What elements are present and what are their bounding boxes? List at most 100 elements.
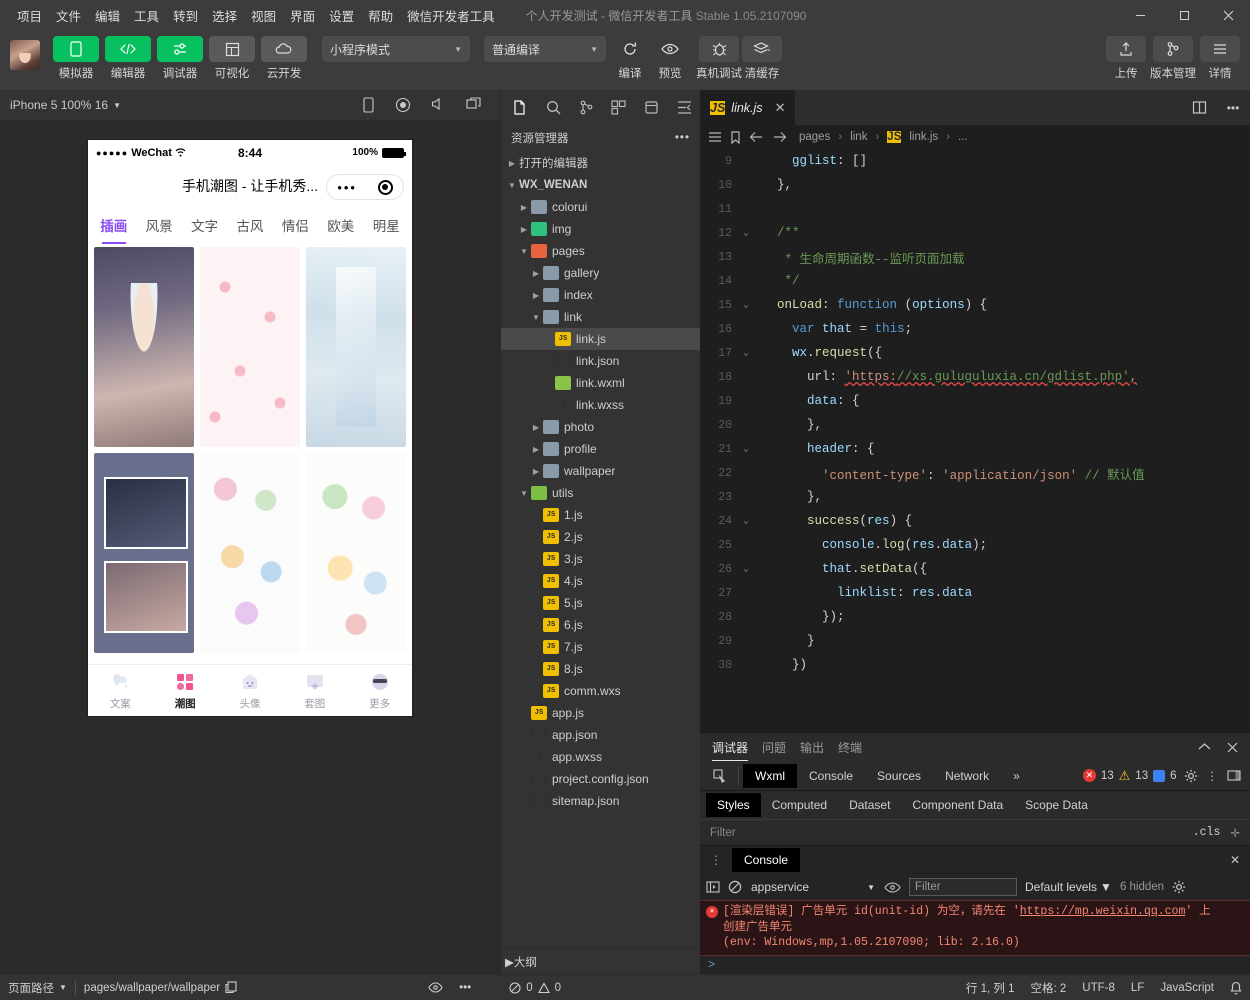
styles-tab-computed[interactable]: Computed — [761, 793, 838, 817]
breadcrumb-link[interactable]: link — [850, 131, 867, 143]
tree-item[interactable]: ▼ WX_WENAN — [501, 174, 700, 196]
tree-item[interactable]: JS 7.js — [501, 636, 700, 658]
category-tab-wenzi[interactable]: 文字 — [183, 209, 226, 241]
devtools-tab-overflow[interactable]: » — [1001, 764, 1032, 788]
source-control-icon[interactable] — [571, 92, 602, 122]
back-arrow-icon[interactable] — [749, 131, 764, 143]
tree-item[interactable]: JS link.js — [501, 328, 700, 350]
menu-item-tools[interactable]: 工具 — [127, 2, 166, 29]
console-tab[interactable]: Console — [732, 848, 801, 873]
menu-item-help[interactable]: 帮助 — [361, 2, 400, 29]
menu-item-goto[interactable]: 转到 — [166, 2, 205, 29]
page-path-value-group[interactable]: pages/wallpaper/wallpaper — [76, 975, 245, 1000]
ellipsis-icon[interactable]: ••• — [451, 975, 479, 1000]
code-line[interactable]: 30 }) — [700, 653, 1250, 677]
simulator-button[interactable]: 模拟器 — [52, 36, 100, 81]
tree-item[interactable]: link.wxml — [501, 372, 700, 394]
styles-tab-scope-data[interactable]: Scope Data — [1014, 793, 1099, 817]
console-levels-select[interactable]: Default levels ▼ — [1025, 880, 1112, 894]
menu-item-settings[interactable]: 设置 — [322, 2, 361, 29]
category-tab-qinglv[interactable]: 情侣 — [274, 209, 317, 241]
kebab-menu-icon[interactable]: ⋮ — [706, 853, 726, 867]
compile-button[interactable]: 编译 — [610, 36, 650, 81]
category-tab-oumei[interactable]: 欧美 — [319, 209, 362, 241]
breadcrumb-pages[interactable]: pages — [799, 131, 830, 143]
indent-setting[interactable]: 空格: 2 — [1023, 975, 1075, 1000]
fold-chevron-icon[interactable]: ⌄ — [738, 516, 754, 526]
forward-arrow-icon[interactable] — [772, 131, 787, 143]
code-line[interactable]: 12 ⌄ /** — [700, 221, 1250, 245]
tree-item[interactable]: ▼ utils — [501, 482, 700, 504]
plus-icon[interactable]: ✛ — [1230, 826, 1240, 840]
chevron-down-icon[interactable]: ▼ — [517, 247, 531, 256]
chevron-right-icon[interactable]: ▶ — [529, 445, 543, 454]
code-line[interactable]: 14 */ — [700, 269, 1250, 293]
code-line[interactable]: 20 }, — [700, 413, 1250, 437]
code-line[interactable]: 15 ⌄ onLoad: function (options) { — [700, 293, 1250, 317]
code-line[interactable]: 21 ⌄ header: { — [700, 437, 1250, 461]
tree-item[interactable]: ▶ index — [501, 284, 700, 306]
editor-tab-linkjs[interactable]: JS link.js ✕ — [700, 90, 796, 125]
mode-select[interactable]: 小程序模式 ▼ — [322, 36, 470, 62]
chevron-down-icon[interactable]: ▼ — [517, 489, 531, 498]
code-line[interactable]: 9 gglist: [] — [700, 149, 1250, 173]
multi-window-icon[interactable] — [466, 97, 482, 113]
eye-icon[interactable] — [420, 975, 451, 1000]
debug-icon[interactable] — [636, 92, 667, 122]
eye-icon[interactable] — [884, 882, 901, 893]
menu-item-project[interactable]: 项目 — [10, 2, 49, 29]
panel-tab-terminal[interactable]: 终端 — [838, 734, 862, 761]
code-line[interactable]: 25 console.log(res.data); — [700, 533, 1250, 557]
minimize-icon[interactable] — [1118, 0, 1162, 30]
cursor-position[interactable]: 行 1, 列 1 — [958, 975, 1023, 1000]
tree-item[interactable]: JS 5.js — [501, 592, 700, 614]
code-line[interactable]: 11 — [700, 197, 1250, 221]
category-tab-mingxing[interactable]: 明星 — [365, 209, 408, 241]
target-icon[interactable] — [377, 179, 393, 195]
fold-chevron-icon[interactable]: ⌄ — [738, 228, 754, 238]
panel-tab-output[interactable]: 输出 — [800, 734, 824, 761]
more-dots-icon[interactable]: ••• — [337, 181, 357, 194]
dock-icon[interactable] — [1225, 769, 1244, 782]
code-line[interactable]: 13 * 生命周期函数--监听页面加载 — [700, 245, 1250, 269]
code-line[interactable]: 22 'content-type': 'application/json' //… — [700, 461, 1250, 485]
split-editor-icon[interactable] — [1182, 90, 1216, 125]
tree-item[interactable]: JS 8.js — [501, 658, 700, 680]
visualization-button[interactable]: 可视化 — [208, 36, 256, 81]
menu-item-file[interactable]: 文件 — [49, 2, 88, 29]
chevron-right-icon[interactable]: ▶ — [529, 291, 543, 300]
console-prompt[interactable]: > — [700, 956, 1250, 974]
styles-tab-styles[interactable]: Styles — [706, 793, 761, 818]
tree-item[interactable]: ▼ link — [501, 306, 700, 328]
kebab-menu-icon[interactable]: ⋮ — [1205, 769, 1221, 783]
tree-item[interactable]: ▶ img — [501, 218, 700, 240]
device-rotate-icon[interactable] — [362, 97, 375, 113]
tree-item[interactable]: {..} app.json — [501, 724, 700, 746]
bookmark-icon[interactable] — [730, 130, 741, 144]
tree-item[interactable]: {..} link.json — [501, 350, 700, 372]
grid-item[interactable] — [200, 247, 300, 447]
close-icon[interactable] — [1227, 742, 1238, 753]
code-line[interactable]: 28 }); — [700, 605, 1250, 629]
preview-button[interactable]: 预览 — [650, 36, 690, 81]
console-error-message[interactable]: ✕ [渲染层错误] 广告单元 id(unit-id) 为空，请先在 'https… — [700, 900, 1250, 956]
phone-preview[interactable]: ●●●●● WeChat 8:44 100% 手机潮图 - 让手机秀... ••… — [88, 140, 412, 716]
code-line[interactable]: 17 ⌄ wx.request({ — [700, 341, 1250, 365]
styles-tab-dataset[interactable]: Dataset — [838, 793, 901, 817]
chevron-right-icon[interactable]: ▶ — [529, 269, 543, 278]
grid-item[interactable] — [200, 453, 300, 653]
console-context-select[interactable]: appservice ▼ — [750, 878, 876, 896]
tree-item[interactable]: JS 3.js — [501, 548, 700, 570]
eol-setting[interactable]: LF — [1123, 975, 1152, 1000]
chevron-right-icon[interactable]: ▶ — [529, 467, 543, 476]
tabbar-item-gengduo[interactable]: 更多 — [347, 671, 412, 711]
grid-item[interactable] — [306, 453, 406, 653]
editor-button[interactable]: 编辑器 — [104, 36, 152, 81]
tree-item[interactable]: ▶ wallpaper — [501, 460, 700, 482]
chevron-right-icon[interactable]: ▶ — [505, 159, 519, 168]
tree-item[interactable]: JS 2.js — [501, 526, 700, 548]
code-line[interactable]: 10 }, — [700, 173, 1250, 197]
styles-filter-input[interactable]: Filter — [710, 827, 736, 839]
tree-item[interactable]: {..} project.config.json — [501, 768, 700, 790]
tree-item[interactable]: 3 app.wxss — [501, 746, 700, 768]
